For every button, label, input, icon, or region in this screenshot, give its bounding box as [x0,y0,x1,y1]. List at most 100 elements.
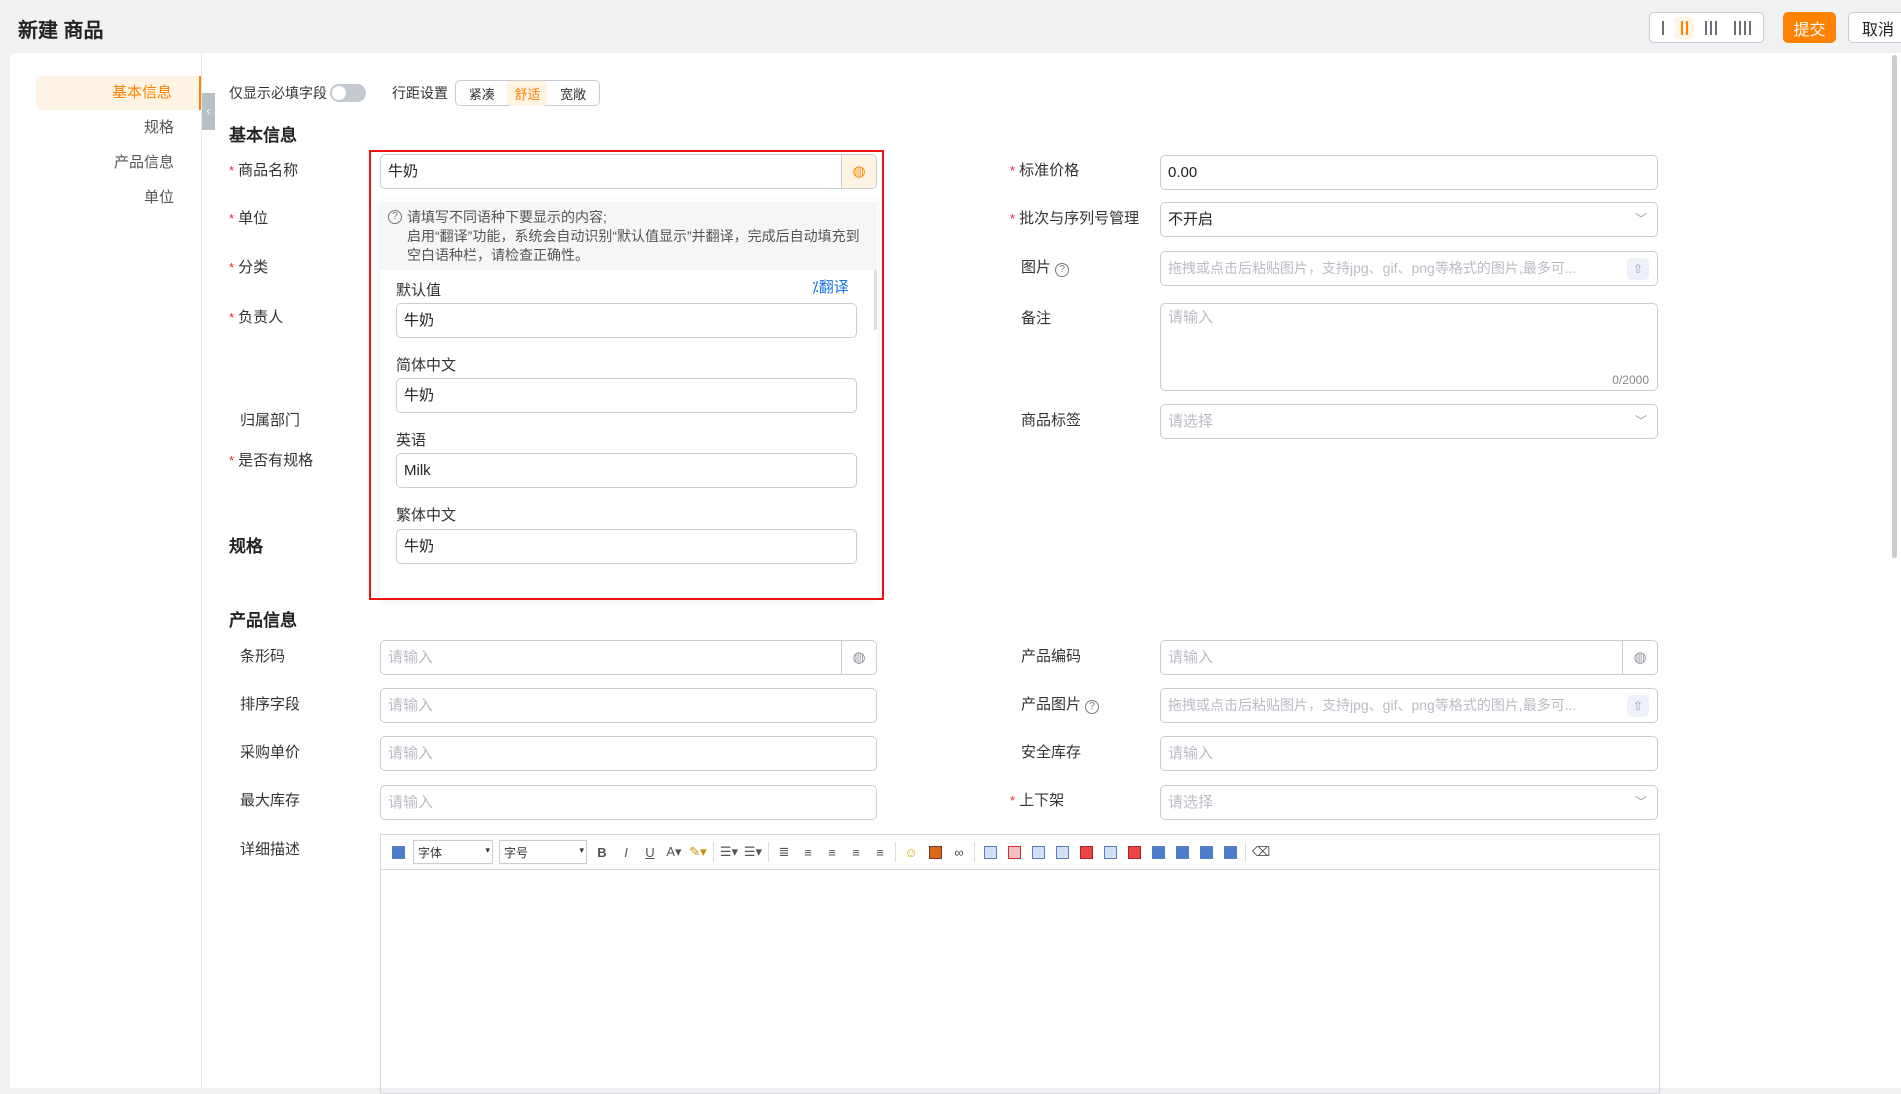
label-safety-stock: 安全库存 [1021,744,1082,761]
page-title: 新建 商品 [18,20,104,42]
insert-paragraph-icon[interactable] [1029,843,1047,861]
chevron-down-icon: ﹀ [1634,795,1647,809]
highlight-box [369,150,884,600]
label-sort: 排序字段 [240,696,301,713]
label-purchase-price: 采购单价 [240,744,301,761]
source-icon[interactable] [389,843,407,861]
align-right-icon[interactable]: ≡ [847,843,865,861]
chevron-down-icon: ﹀ [1634,414,1647,428]
label-owner: * 负责人 [229,309,284,326]
header [0,0,1901,53]
purchase-price-input[interactable]: 请输入 [380,736,877,771]
column-layout-switch[interactable] [1649,12,1764,43]
shelf-select[interactable]: 请选择 ﹀ [1160,785,1658,820]
label-price: * 标准价格 [1010,162,1080,179]
sort-input[interactable]: 请输入 [380,688,877,723]
layout-2-col-icon[interactable] [1675,16,1695,39]
label-product-name: * 商品名称 [229,162,299,179]
highlight-icon[interactable]: ✎▾ [689,843,707,861]
required-only-label: 仅显示必填字段 [229,85,327,101]
required-only-toggle[interactable] [330,84,366,102]
tags-select[interactable]: 请选择 ﹀ [1160,404,1658,439]
ordered-list-icon[interactable]: ☰▾ [720,843,738,861]
split-rows-icon[interactable] [1197,843,1215,861]
delete-table-icon[interactable] [1005,843,1023,861]
unordered-list-icon[interactable]: ☰▾ [744,843,762,861]
globe-icon[interactable]: ◍ [1622,641,1657,674]
product-image-upload[interactable]: 拖拽或点击后粘贴图片，支持jpg、gif、png等格式的图片,最多可... ⇧ [1160,688,1658,723]
chevron-down-icon: ﹀ [1634,212,1647,226]
insert-column-icon[interactable] [1101,843,1119,861]
link-icon[interactable]: ∞ [950,843,968,861]
delete-row-icon[interactable] [1077,843,1095,861]
justify-icon[interactable]: ≡ [871,843,889,861]
nav-item-spec[interactable]: 规格 [36,111,201,145]
label-category: * 分类 [229,259,269,276]
bold-icon[interactable]: B [593,843,611,861]
align-left-icon[interactable]: ≡ [799,843,817,861]
label-product-code: 产品编码 [1021,648,1082,665]
split-cells-icon[interactable] [1173,843,1191,861]
label-image: 图片 ? [1021,258,1070,278]
product-code-input[interactable]: 请输入 ◍ [1160,640,1658,675]
font-select[interactable]: 字体 ▾ [413,840,493,864]
layout-3-col-icon[interactable] [1699,17,1723,39]
label-department: 归属部门 [240,412,301,429]
rich-text-editor[interactable]: 字体 ▾ 字号 ▾ B I U A▾ ✎▾ ☰▾ ☰▾ ≣ ≡ ≡ ≡ ≡ ☺ ∞ … [380,834,1660,1094]
section-product-title: 产品信息 [229,611,297,630]
section-spec-title: 规格 [229,537,263,556]
nav-item-product[interactable]: 产品信息 [36,146,201,180]
section-basic-title: 基本信息 [229,126,297,145]
line-spacing-segmented[interactable]: 紧凑 舒适 宽敞 [455,80,600,106]
remark-counter: 0/2000 [1612,373,1649,387]
submit-button[interactable]: 提交 [1783,12,1836,43]
safety-stock-input[interactable]: 请输入 [1160,736,1658,771]
max-stock-input[interactable]: 请输入 [380,785,877,820]
spacing-comfortable[interactable]: 舒适 [507,80,548,106]
align-center-icon[interactable]: ≡ [823,843,841,861]
label-remark: 备注 [1021,310,1052,327]
insert-row-icon[interactable] [1053,843,1071,861]
merge-cells-icon[interactable] [1149,843,1167,861]
nav-item-basic[interactable]: 基本信息 [36,76,201,110]
underline-icon[interactable]: U [641,843,659,861]
nav-item-unit[interactable]: 单位 [36,181,201,215]
help-icon: ? [1055,263,1070,277]
label-has-spec: * 是否有规格 [229,452,314,469]
upload-icon: ⇧ [1627,258,1649,280]
label-shelf: * 上下架 [1010,792,1065,809]
table-icon[interactable] [981,843,999,861]
help-icon: ? [1085,700,1100,714]
upload-icon: ⇧ [1627,695,1649,717]
image-icon[interactable] [926,843,944,861]
batch-select[interactable]: 不开启 ﹀ [1160,202,1658,237]
layout-1-col-icon[interactable] [1656,17,1670,39]
collapse-nav-button[interactable]: ‹ [202,93,215,130]
editor-toolbar: 字体 ▾ 字号 ▾ B I U A▾ ✎▾ ☰▾ ☰▾ ≣ ≡ ≡ ≡ ≡ ☺ ∞ … [381,835,1659,870]
indent-icon[interactable]: ≣ [775,843,793,861]
eraser-icon[interactable]: ⌫ [1252,843,1270,861]
label-description: 详细描述 [240,841,301,858]
price-input[interactable]: 0.00 [1160,155,1658,190]
spacing-compact[interactable]: 紧凑 [462,81,502,106]
emoji-icon[interactable]: ☺ [902,843,920,861]
barcode-input[interactable]: 请输入 ◍ [380,640,877,675]
split-columns-icon[interactable] [1221,843,1239,861]
label-unit: * 单位 [229,210,269,227]
layout-4-col-icon[interactable] [1728,17,1757,39]
italic-icon[interactable]: I [617,843,635,861]
label-tags: 商品标签 [1021,412,1082,429]
globe-icon[interactable]: ◍ [841,641,876,674]
page-scrollbar[interactable] [1892,55,1897,558]
delete-column-icon[interactable] [1125,843,1143,861]
cancel-button[interactable]: 取消 [1848,12,1901,43]
line-spacing-label: 行距设置 [392,85,448,101]
label-barcode: 条形码 [240,648,286,665]
image-upload[interactable]: 拖拽或点击后粘贴图片，支持jpg、gif、png等格式的图片,最多可... ⇧ [1160,251,1658,286]
label-batch: * 批次与序列号管理 [1010,210,1140,227]
font-color-icon[interactable]: A▾ [665,843,683,861]
remark-textarea[interactable]: 请输入 0/2000 [1160,303,1658,391]
font-size-select[interactable]: 字号 ▾ [499,840,587,864]
spacing-loose[interactable]: 宽敞 [553,81,593,106]
label-max-stock: 最大库存 [240,792,301,809]
